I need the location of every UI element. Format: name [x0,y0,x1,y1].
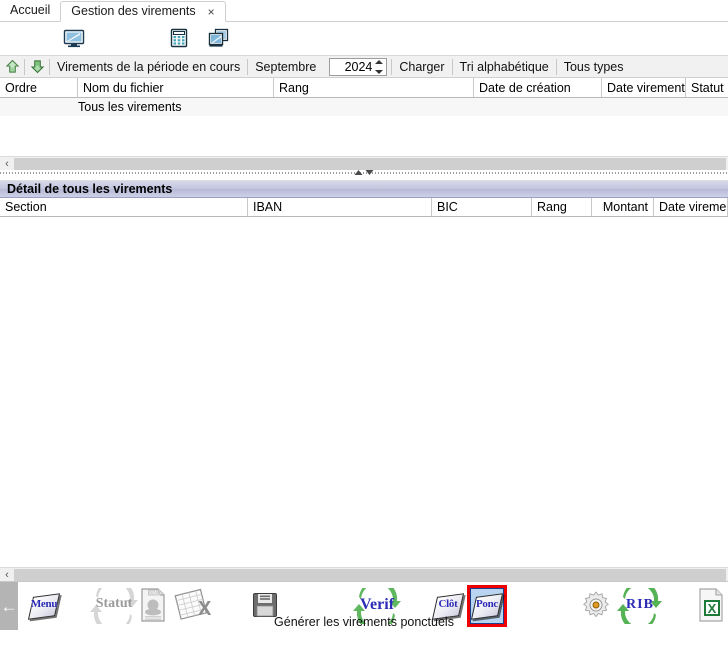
tri-alphabetique-button[interactable]: Tri alphabétique [453,56,556,77]
tab-accueil-label: Accueil [10,3,51,17]
menu-button-label: Menu [30,598,58,610]
year-value: 2024 [344,59,373,74]
close-icon[interactable]: × [208,6,215,18]
month-selector[interactable]: Septembre [248,56,323,77]
detail-column-header-date-virement[interactable]: Date virement [654,198,728,216]
grid-horizontal-scrollbar[interactable]: ‹ [0,156,728,170]
statut-button-label: Statut [95,596,133,611]
tab-accueil[interactable]: Accueil [0,0,61,21]
icon-toolbar [0,22,728,55]
tab-bar: Accueil Gestion des virements × [0,0,728,22]
column-header-date-virement[interactable]: Date virement [602,78,686,97]
window-copy-icon[interactable] [207,26,231,50]
tri-alphabetique-label: Tri alphabétique [459,59,549,74]
scroll-left-icon[interactable]: ‹ [0,568,14,582]
spinner-up-icon[interactable] [375,59,384,64]
cloture-button-label: Clôt [438,598,458,610]
status-text: Générer les virements ponctuels [274,615,454,629]
bottom-toolbar: ← Menu Statut XML X Verif Clôt Ponc RIB … [0,581,728,630]
down-arrow-icon[interactable] [25,56,49,77]
detail-grid-header: Section IBAN BIC Rang Montant Date virem… [0,198,728,217]
year-stepper[interactable]: 2024 [329,57,388,76]
cell-nom-fichier: Tous les virements [78,100,182,114]
tab-gestion-des-virements[interactable]: Gestion des virements × [60,1,226,22]
period-filter-label: Virements de la période en cours [57,59,241,74]
column-header-ordre[interactable]: Ordre [0,78,78,97]
back-arrow-icon: ← [0,596,18,616]
detail-column-header-bic[interactable]: BIC [432,198,532,216]
detail-horizontal-scrollbar[interactable]: ‹ [0,567,728,581]
tab-gestion-des-virements-label: Gestion des virements [71,4,196,18]
tous-types-button[interactable]: Tous types [557,56,631,77]
period-filter-button[interactable]: Virements de la période en cours [50,56,247,77]
home-up-arrow-icon[interactable] [0,56,24,77]
tous-types-label: Tous types [563,59,624,74]
detail-column-header-rang[interactable]: Rang [532,198,592,216]
verif-button-label: Verif [359,596,395,613]
calculator-icon[interactable] [167,26,191,50]
detail-grid-body [0,217,728,567]
rib-button-label: RIB [626,597,654,612]
detail-column-header-section[interactable]: Section [0,198,248,216]
chevron-down-icon[interactable] [365,170,374,175]
scroll-track[interactable] [14,157,726,170]
month-label: Septembre [255,59,317,74]
chevron-up-icon[interactable] [354,170,363,175]
column-header-nom-fichier[interactable]: Nom du fichier [78,78,274,97]
column-header-date-creation[interactable]: Date de création [474,78,602,97]
column-header-rang[interactable]: Rang [274,78,474,97]
ponctuel-button-label: Ponc [475,598,499,610]
virements-grid-header: Ordre Nom du fichier Rang Date de créati… [0,78,728,98]
scroll-track[interactable] [14,568,726,581]
screen-icon[interactable] [62,26,86,50]
charger-label: Charger [399,59,445,74]
splitter-grip[interactable] [354,170,374,175]
detail-column-header-iban[interactable]: IBAN [248,198,432,216]
scroll-left-icon[interactable]: ‹ [0,157,14,171]
detail-panel-title: Détail de tous les virements [0,181,728,198]
charger-button[interactable]: Charger [392,56,451,77]
virements-grid-body: Tous les virements [0,98,728,156]
detail-column-header-montant[interactable]: Montant [592,198,654,216]
year-spinner[interactable] [375,59,384,74]
column-header-statut[interactable]: Statut [686,78,728,97]
status-bar: Générer les virements ponctuels [0,614,728,630]
detail-panel-title-label: Détail de tous les virements [7,182,173,196]
spinner-down-icon[interactable] [375,69,384,74]
svg-text:XML: XML [149,590,160,596]
filter-toolbar: Virements de la période en cours Septemb… [0,55,728,78]
table-row[interactable]: Tous les virements [0,98,728,116]
panel-splitter[interactable] [0,170,728,181]
